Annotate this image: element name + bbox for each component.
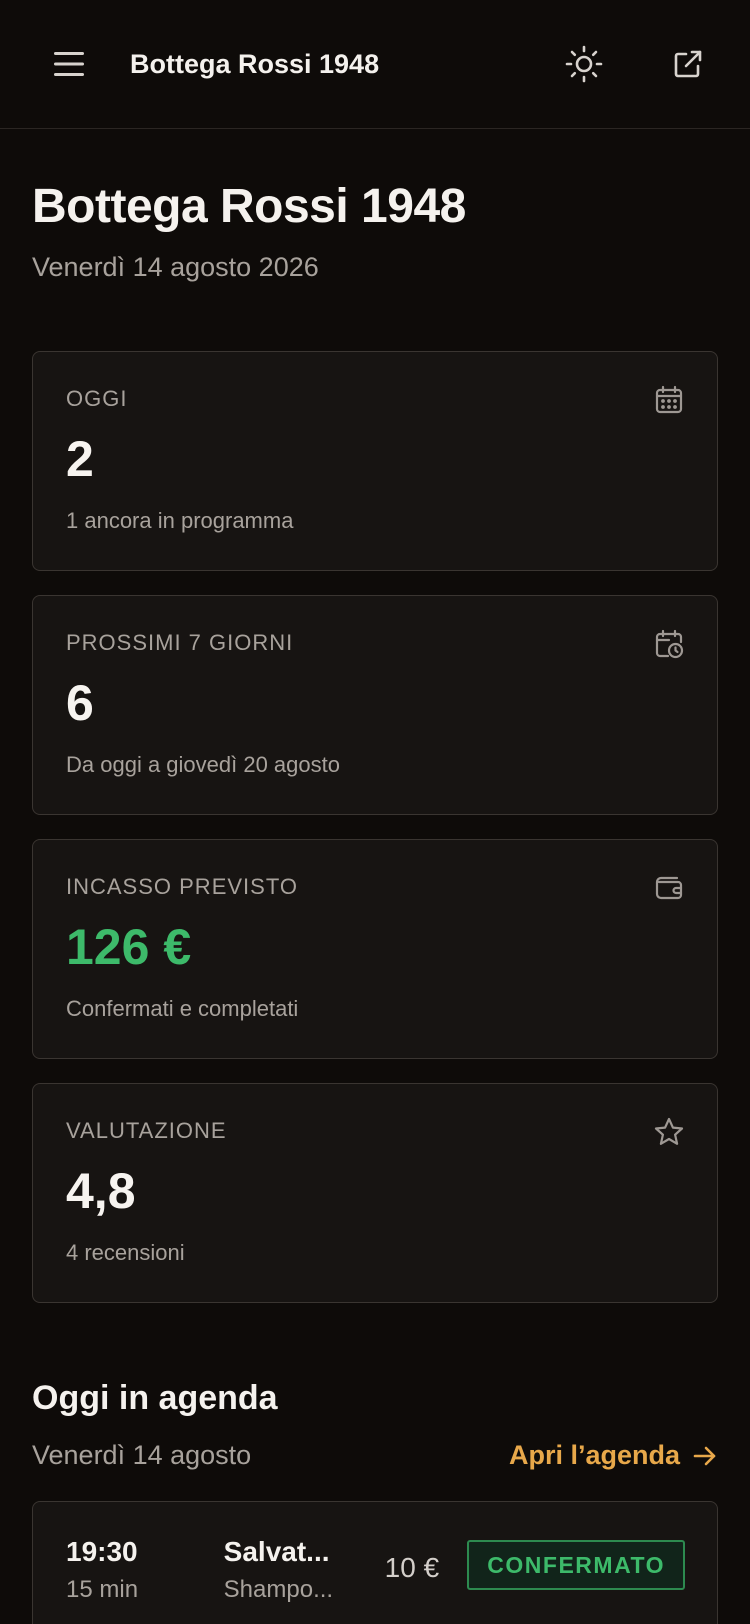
stat-subtext: 1 ancora in programma xyxy=(66,508,294,533)
stat-card-rating[interactable]: VALUTAZIONE 4,8 4 recensioni xyxy=(32,1083,718,1303)
open-agenda-link[interactable]: Apri l’agenda xyxy=(509,1440,718,1471)
page-title: Bottega Rossi 1948 xyxy=(32,180,466,233)
menu-button[interactable] xyxy=(48,42,92,86)
sun-icon xyxy=(565,45,603,83)
stat-subtext: 4 recensioni xyxy=(66,1240,185,1265)
stat-subtext: Da oggi a giovedì 20 agosto xyxy=(66,752,340,777)
external-link-icon xyxy=(674,50,702,78)
theme-toggle-button[interactable] xyxy=(562,42,606,86)
stat-value: 6 xyxy=(66,675,94,731)
stat-card-expected-revenue[interactable]: INCASSO PREVISTO 126 € Confermati e comp… xyxy=(32,839,718,1059)
appointment-row[interactable]: 19:30 15 min Salvat... Shampo... 10 € CO… xyxy=(32,1501,718,1624)
stat-label: VALUTAZIONE xyxy=(66,1118,227,1143)
dashboard-main: Bottega Rossi 1948 Venerdì 14 agosto 202… xyxy=(0,179,750,1624)
open-external-button[interactable] xyxy=(666,42,710,86)
stat-card-today[interactable]: OGGI 2 1 ancora in programma xyxy=(32,351,718,571)
status-badge: CONFERMATO xyxy=(467,1540,685,1590)
page-date: Venerdì 14 agosto 2026 xyxy=(32,252,319,282)
agenda-section-title: Oggi in agenda xyxy=(32,1379,278,1417)
appointment-service: Shampo... xyxy=(223,1576,334,1603)
stat-card-next-7-days[interactable]: PROSSIMI 7 GIORNI 6 Da oggi a giovedì 20… xyxy=(32,595,718,815)
appointment-client: Salvat... xyxy=(223,1536,330,1567)
open-agenda-label: Apri l’agenda xyxy=(508,1440,680,1470)
arrow-right-icon xyxy=(693,1446,716,1465)
stat-subtext: Confermati e completati xyxy=(66,996,299,1021)
appointment-duration: 15 min xyxy=(66,1576,139,1603)
wallet-icon xyxy=(655,876,683,900)
calendar-clock-icon xyxy=(655,629,684,659)
stat-label: INCASSO PREVISTO xyxy=(66,874,298,899)
brand-name: Bottega Rossi 1948 xyxy=(130,48,380,79)
top-bar: Bottega Rossi 1948 xyxy=(0,0,750,129)
appointment-price: 10 € xyxy=(384,1552,440,1583)
stat-value: 2 xyxy=(66,431,94,487)
appointment-time: 19:30 xyxy=(66,1536,138,1567)
agenda-date: Venerdì 14 agosto xyxy=(32,1440,252,1470)
stat-label: OGGI xyxy=(66,386,128,411)
hamburger-icon xyxy=(54,52,84,76)
stat-value: 126 € xyxy=(66,919,192,975)
calendar-icon xyxy=(655,385,683,414)
stat-label: PROSSIMI 7 GIORNI xyxy=(66,630,294,655)
stat-value: 4,8 xyxy=(66,1163,136,1219)
star-icon xyxy=(654,1117,684,1145)
